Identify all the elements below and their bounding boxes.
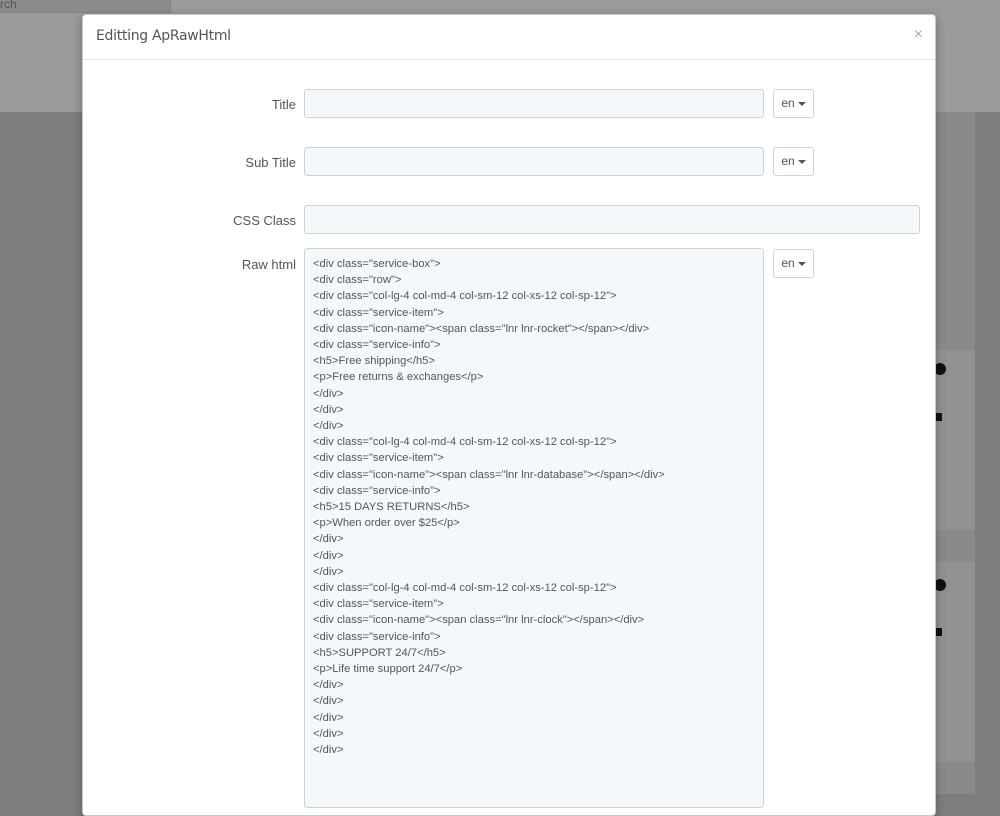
raw-html-line: </div> (313, 565, 344, 578)
raw-html-language-dropdown[interactable]: en (773, 249, 814, 278)
background-search-input: rch (0, 0, 171, 13)
raw-html-line: <p>Life time support 24/7</p> (313, 663, 463, 676)
raw-html-line: <div class="service-item"> (313, 598, 444, 611)
raw-html-line: </div> (313, 711, 344, 724)
raw-html-line: <h5>Free shipping</h5> (313, 355, 435, 368)
caret-down-icon (797, 261, 806, 266)
raw-html-line: <h5>SUPPORT 24/7</h5> (313, 646, 446, 659)
background-card (935, 562, 975, 762)
css-class-input[interactable] (304, 205, 920, 234)
modal-header: Editting ApRawHtml × (83, 15, 935, 60)
raw-html-line: </div> (313, 549, 344, 562)
subtitle-language-dropdown[interactable]: en (773, 147, 814, 176)
raw-html-line: <div class="service-info"> (313, 630, 441, 643)
raw-html-line: <h5>15 DAYS RETURNS</h5> (313, 501, 470, 514)
subtitle-label: Sub Title (245, 155, 296, 170)
title-language-label: en (781, 96, 795, 110)
raw-html-line: <div class="service-box"> (313, 258, 441, 270)
caret-down-icon (797, 101, 806, 106)
raw-html-line: <div class="icon-name"><span class="lnr … (313, 468, 665, 481)
subtitle-input[interactable] (304, 147, 764, 176)
raw-html-line: <div class="icon-name"><span class="lnr … (313, 614, 645, 627)
raw-html-line: <div class="col-lg-4 col-md-4 col-sm-12 … (313, 290, 617, 303)
raw-html-line: <div class="service-item"> (313, 452, 444, 465)
raw-html-line: </div> (313, 744, 344, 757)
raw-html-line: </div> (313, 403, 344, 416)
raw-html-textarea[interactable]: <div class="service-box"> <div class="row… (304, 248, 764, 808)
title-language-dropdown[interactable]: en (773, 89, 814, 118)
raw-html-line: </div> (313, 533, 344, 546)
caret-down-icon (797, 159, 806, 164)
subtitle-language-label: en (781, 154, 795, 168)
raw-html-line: <div class="service-item"> (313, 306, 444, 319)
title-label: Title (271, 97, 296, 112)
raw-html-language-label: en (781, 256, 795, 270)
background-card (935, 350, 975, 530)
raw-html-content: <div class="service-box"> <div class="row… (305, 249, 763, 765)
raw-html-line: <div class="service-info"> (313, 339, 441, 352)
raw-html-line: <p>Free returns & exchanges</p> (313, 371, 484, 384)
raw-html-line: <div class="col-lg-4 col-md-4 col-sm-12 … (313, 436, 617, 449)
raw-html-line: </div> (313, 695, 344, 708)
raw-html-line: </div> (313, 727, 344, 740)
background-search-text: rch (0, 0, 17, 11)
raw-html-line: </div> (313, 679, 344, 692)
raw-html-label: Raw html (241, 257, 296, 272)
css-class-label: CSS Class (233, 213, 296, 228)
raw-html-line: </div> (313, 387, 344, 400)
raw-html-line: <p>When order over $25</p> (313, 517, 460, 530)
edit-modal: Editting ApRawHtml × Title en Sub Title … (82, 14, 936, 816)
close-icon[interactable]: × (914, 27, 923, 43)
raw-html-line: <div class="service-info"> (313, 484, 441, 497)
raw-html-line: <div class="col-lg-4 col-md-4 col-sm-12 … (313, 582, 617, 595)
modal-title: Editting ApRawHtml (96, 28, 231, 44)
raw-html-line: </div> (313, 420, 344, 433)
title-input[interactable] (304, 89, 764, 118)
raw-html-line: <div class="icon-name"><span class="lnr … (313, 322, 650, 335)
raw-html-line: <div class="row"> (313, 274, 402, 287)
